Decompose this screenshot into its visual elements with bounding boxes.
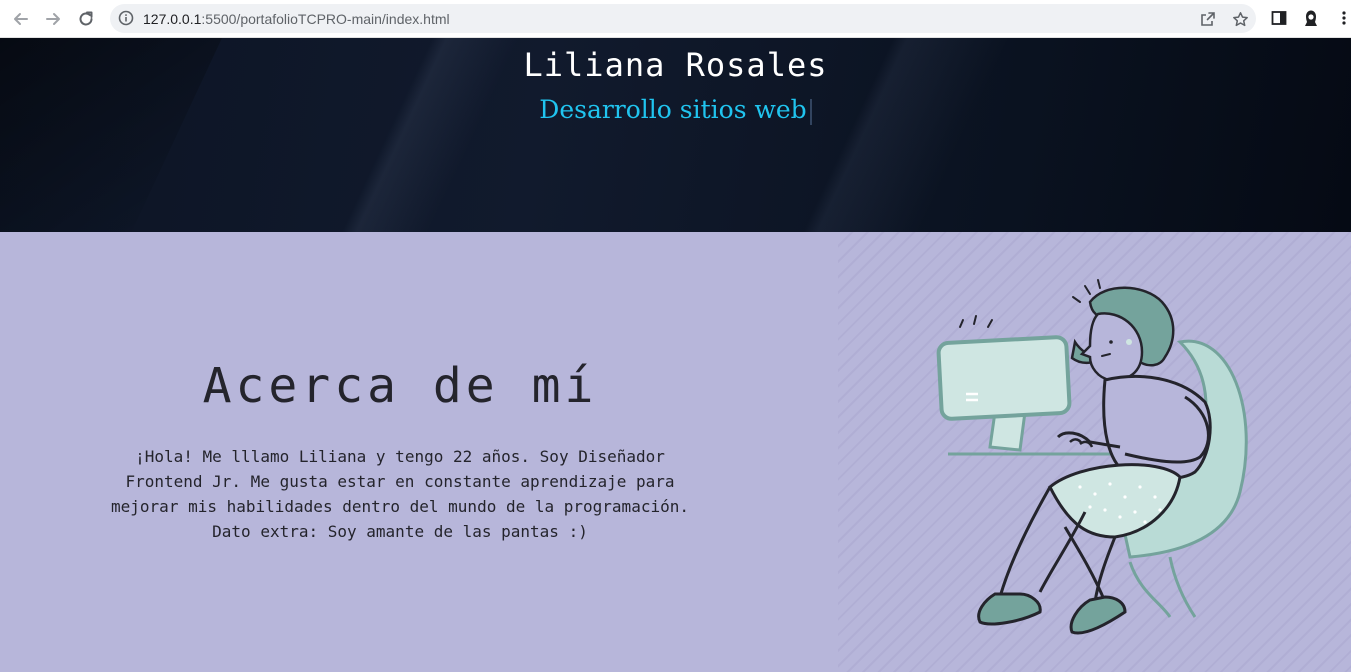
side-panel-icon[interactable] bbox=[1268, 7, 1290, 29]
hero-section: Liliana Rosales Desarrollo sitios web bbox=[0, 38, 1351, 232]
hero-subtitle: Desarrollo sitios web bbox=[0, 95, 1351, 125]
about-title: Acerca de mí bbox=[202, 358, 598, 414]
back-icon[interactable] bbox=[8, 6, 34, 32]
share-icon[interactable] bbox=[1198, 9, 1218, 29]
url-text[interactable]: 127.0.0.1:5500/portafolioTCPRO-main/inde… bbox=[143, 11, 450, 27]
browser-toolbar: 127.0.0.1:5500/portafolioTCPRO-main/inde… bbox=[0, 0, 1351, 38]
profile-icon[interactable] bbox=[1300, 7, 1322, 29]
woman-at-computer-illustration bbox=[936, 279, 1248, 635]
about-text: ¡Hola! Me lllamo Liliana y tengo 22 años… bbox=[111, 447, 689, 516]
about-section: Acerca de mí ¡Hola! Me lllamo Liliana y … bbox=[0, 232, 1351, 672]
typing-caret bbox=[809, 98, 812, 125]
site-info-icon[interactable] bbox=[118, 10, 134, 31]
hero-name: Liliana Rosales bbox=[523, 46, 828, 84]
menu-icon[interactable] bbox=[1333, 7, 1351, 29]
address-bar[interactable]: 127.0.0.1:5500/portafolioTCPRO-main/inde… bbox=[110, 4, 1256, 33]
reload-icon[interactable] bbox=[73, 6, 99, 32]
forward-icon[interactable] bbox=[40, 6, 66, 32]
url-path: :5500/portafolioTCPRO-main/index.html bbox=[201, 11, 450, 27]
about-extra: Dato extra: Soy amante de las pantas :) bbox=[212, 522, 588, 541]
bookmark-star-icon[interactable] bbox=[1230, 9, 1250, 29]
hero-subtitle-text: Desarrollo sitios web bbox=[539, 95, 807, 124]
url-host: 127.0.0.1 bbox=[143, 11, 202, 27]
